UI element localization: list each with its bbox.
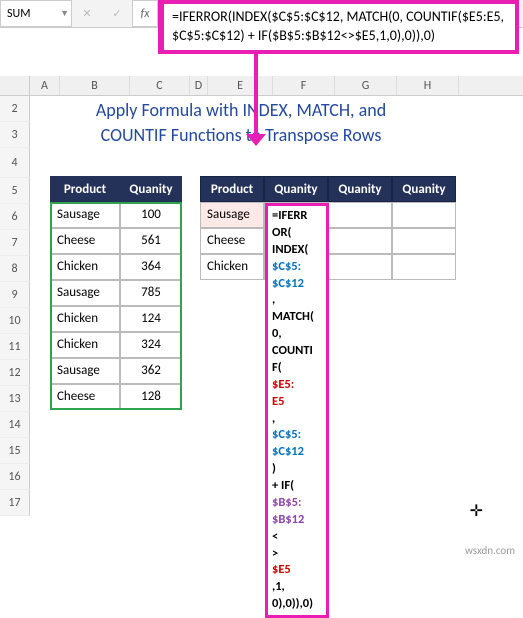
fx-button[interactable]: fx [132, 0, 158, 27]
table-cell[interactable]: 785 [120, 280, 182, 306]
row-header[interactable]: 4 [0, 148, 30, 178]
col-header-A[interactable]: A [30, 76, 60, 95]
table-header: Quanity [120, 176, 182, 202]
name-box-value: SUM [7, 7, 30, 21]
table-cell[interactable] [392, 202, 456, 228]
table-cell[interactable]: Cheese [200, 228, 264, 254]
table-cell[interactable]: Chicken [50, 306, 120, 332]
row-header[interactable]: 6 [0, 204, 30, 230]
col-header-B[interactable]: B [60, 76, 130, 95]
row-header[interactable]: 12 [0, 360, 30, 386]
formula-bar[interactable]: =IFERROR(INDEX($C$5:$C$12, MATCH(0, COUN… [158, 0, 523, 27]
col-header-G[interactable]: G [335, 76, 397, 95]
table-cell[interactable] [328, 228, 392, 254]
table-cell[interactable]: 362 [120, 358, 182, 384]
table-cell[interactable] [392, 228, 456, 254]
col-header-E[interactable]: E [208, 76, 273, 95]
table-cell[interactable]: Sausage [50, 358, 120, 384]
table-cell[interactable] [328, 254, 392, 280]
formula-bar-text[interactable]: =IFERROR(INDEX($C$5:$C$12, MATCH(0, COUN… [158, 0, 519, 54]
table-header: Quanity [328, 176, 392, 202]
table-cell[interactable]: 324 [120, 332, 182, 358]
col-header-H[interactable]: H [397, 76, 459, 95]
table-header: Quanity [264, 176, 328, 202]
row-headers: 2 3 4 5 6 7 8 9 10 11 12 13 14 15 16 17 [0, 96, 30, 516]
table-cell[interactable]: 364 [120, 254, 182, 280]
table-cell[interactable]: 561 [120, 228, 182, 254]
row-header[interactable]: 11 [0, 334, 30, 360]
column-headers: A B C D E F G H [0, 76, 523, 96]
col-header-C[interactable]: C [130, 76, 190, 95]
row-header[interactable]: 5 [0, 178, 30, 204]
table-cell[interactable]: 124 [120, 306, 182, 332]
row-header[interactable]: 17 [0, 490, 30, 516]
col-header-F[interactable]: F [273, 76, 335, 95]
table-cell[interactable]: Sausage [50, 280, 120, 306]
watermark: wsxdn.com [465, 544, 515, 557]
row-header[interactable]: 2 [0, 96, 30, 122]
row-header[interactable]: 9 [0, 282, 30, 308]
table-header: Product [50, 176, 120, 202]
table-cell[interactable]: Sausage [200, 202, 264, 228]
table-cell[interactable] [328, 202, 392, 228]
table-cell[interactable]: Cheese [50, 228, 120, 254]
row-header[interactable]: 16 [0, 464, 30, 490]
page-title: Apply Formula with INDEX, MATCH, and COU… [50, 98, 432, 148]
table-header: Quanity [392, 176, 456, 202]
in-cell-formula-editor[interactable]: =IFERROR(INDEX($C$5:$C$12,MATCH(0,COUNTI… [265, 203, 329, 618]
row-header[interactable]: 8 [0, 256, 30, 282]
cursor-cross-icon: ✛ [470, 501, 483, 521]
col-header-D[interactable]: D [190, 76, 208, 95]
select-all-corner[interactable] [0, 76, 30, 95]
table-cell[interactable]: 128 [120, 384, 182, 410]
table-cell[interactable]: Cheese [50, 384, 120, 410]
table-cell[interactable]: Chicken [50, 332, 120, 358]
chevron-down-icon[interactable]: ▼ [60, 8, 69, 19]
name-box[interactable]: SUM ▼ [0, 0, 72, 27]
cancel-icon[interactable]: ✕ [82, 7, 91, 20]
table-cell[interactable]: Chicken [50, 254, 120, 280]
table-cell[interactable]: 100 [120, 202, 182, 228]
row-header[interactable]: 15 [0, 438, 30, 464]
table-cell[interactable] [392, 254, 456, 280]
source-table: Product Quanity Sausage100 Cheese561 Chi… [50, 176, 182, 410]
table-cell[interactable]: Chicken [200, 254, 264, 280]
row-header[interactable]: 3 [0, 122, 30, 148]
formula-controls: ✕ ✓ [72, 0, 132, 27]
row-header[interactable]: 7 [0, 230, 30, 256]
row-header[interactable]: 13 [0, 386, 30, 412]
enter-icon[interactable]: ✓ [112, 7, 121, 20]
formula-bar-row: SUM ▼ ✕ ✓ fx =IFERROR(INDEX($C$5:$C$12, … [0, 0, 523, 28]
table-cell[interactable]: Sausage [50, 202, 120, 228]
row-header[interactable]: 14 [0, 412, 30, 438]
table-header: Product [200, 176, 264, 202]
row-header[interactable]: 10 [0, 308, 30, 334]
